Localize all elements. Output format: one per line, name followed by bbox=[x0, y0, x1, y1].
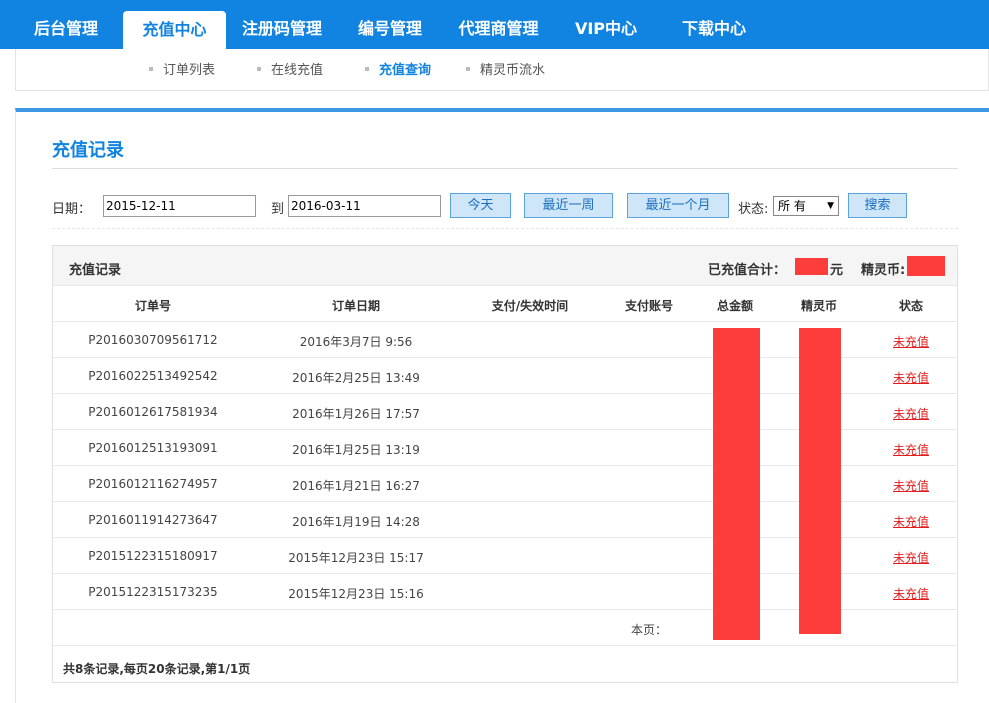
status-link[interactable]: 未充值 bbox=[865, 477, 957, 494]
subnav-item-recharge-query[interactable]: 充值查询 bbox=[365, 49, 431, 91]
coins-column-redaction bbox=[799, 328, 841, 634]
order-date-cell: 2016年1月19日 14:28 bbox=[292, 515, 420, 529]
order-no-cell: P2016012617581934 bbox=[88, 405, 218, 419]
status-link-text[interactable]: 未充值 bbox=[893, 587, 929, 601]
status-link-text[interactable]: 未充值 bbox=[893, 371, 929, 385]
bullet-icon bbox=[365, 66, 369, 71]
sub-nav: 订单列表 在线充值 充值查询 精灵币流水 bbox=[15, 49, 989, 91]
order-no-cell: P2016012116274957 bbox=[88, 477, 218, 491]
to-label: 到 bbox=[271, 202, 285, 217]
search-button[interactable]: 搜索 bbox=[848, 193, 907, 218]
pagination-info: 共8条记录,每页20条记录,第1/1页 bbox=[63, 662, 251, 676]
nav-tab-number[interactable]: 编号管理 bbox=[346, 0, 434, 49]
nav-tab-vip[interactable]: VIP中心 bbox=[566, 0, 646, 49]
nav-tab-recharge[interactable]: 充值中心 bbox=[123, 11, 226, 49]
end-date-input[interactable] bbox=[288, 195, 441, 217]
records-table: 充值记录 已充值合计： 元 精灵币: 订单号 订单日期 支付/失效时间 支付账号… bbox=[52, 245, 958, 683]
page-subtotal-label: 本页： bbox=[630, 623, 667, 637]
amount-column-redaction bbox=[713, 328, 760, 640]
order-no-cell: P2016030709561712 bbox=[88, 333, 218, 347]
filter-divider bbox=[52, 228, 958, 229]
subnav-item-online-recharge[interactable]: 在线充值 bbox=[257, 49, 323, 91]
col-coins: 精灵币 bbox=[800, 299, 837, 313]
title-divider bbox=[52, 168, 958, 169]
date-label: 日期： bbox=[52, 202, 92, 217]
status-link[interactable]: 未充值 bbox=[865, 549, 957, 566]
order-date-cell: 2016年1月21日 16:27 bbox=[292, 479, 420, 493]
total-amount-redaction bbox=[795, 258, 828, 275]
nav-tab-agent[interactable]: 代理商管理 bbox=[447, 0, 550, 49]
order-date-cell: 2016年1月25日 13:19 bbox=[292, 443, 420, 457]
today-button[interactable]: 今天 bbox=[450, 193, 511, 218]
subnav-item-coin-flow[interactable]: 精灵币流水 bbox=[466, 49, 545, 91]
status-link-text[interactable]: 未充值 bbox=[893, 407, 929, 421]
col-order-date: 订单日期 bbox=[331, 299, 380, 313]
subnav-item-label: 订单列表 bbox=[163, 63, 216, 78]
status-link[interactable]: 未充值 bbox=[865, 333, 957, 350]
status-link[interactable]: 未充值 bbox=[865, 441, 957, 458]
top-nav: 后台管理 充值中心 注册码管理 编号管理 代理商管理 VIP中心 下载中心 bbox=[0, 0, 989, 49]
col-pay-time: 支付/失效时间 bbox=[491, 299, 569, 313]
order-date-cell: 2015年12月23日 15:16 bbox=[288, 587, 424, 601]
records-title: 充值记录 bbox=[69, 263, 122, 278]
main-panel: 充值记录 日期： 到 今天 最近一周 最近一个月 状态: 所 有 ▼ 搜索 充值记… bbox=[15, 108, 989, 703]
status-link[interactable]: 未充值 bbox=[865, 369, 957, 386]
status-link-text[interactable]: 未充值 bbox=[893, 335, 929, 349]
subnav-item-label: 充值查询 bbox=[379, 63, 432, 78]
bullet-icon bbox=[257, 66, 261, 71]
status-link[interactable]: 未充值 bbox=[865, 405, 957, 422]
col-amount: 总金额 bbox=[716, 299, 753, 313]
order-no-cell: P2015122315180917 bbox=[88, 549, 218, 563]
status-link-text[interactable]: 未充值 bbox=[893, 515, 929, 529]
status-link[interactable]: 未充值 bbox=[865, 585, 957, 602]
start-date-input[interactable] bbox=[103, 195, 256, 217]
order-no-cell: P2016022513492542 bbox=[88, 369, 218, 383]
nav-tab-download[interactable]: 下载中心 bbox=[672, 0, 756, 49]
nav-tab-admin[interactable]: 后台管理 bbox=[18, 0, 114, 49]
nav-tab-regcode[interactable]: 注册码管理 bbox=[232, 0, 332, 49]
status-link-text[interactable]: 未充值 bbox=[893, 479, 929, 493]
col-pay-account: 支付账号 bbox=[624, 299, 673, 313]
order-date-cell: 2016年1月26日 17:57 bbox=[292, 407, 420, 421]
status-select[interactable]: 所 有 ▼ bbox=[773, 196, 839, 216]
order-no-cell: P2015122315173235 bbox=[88, 585, 218, 599]
status-label: 状态: bbox=[738, 202, 769, 217]
status-link-text[interactable]: 未充值 bbox=[893, 443, 929, 457]
bullet-icon bbox=[466, 66, 470, 71]
table-header: 订单号 订单日期 支付/失效时间 支付账号 总金额 精灵币 状态 bbox=[53, 286, 957, 322]
last-week-button[interactable]: 最近一周 bbox=[524, 193, 613, 218]
order-date-cell: 2016年2月25日 13:49 bbox=[292, 371, 420, 385]
last-month-button[interactable]: 最近一个月 bbox=[627, 193, 729, 218]
coin-total-redaction bbox=[907, 256, 945, 276]
status-link-text[interactable]: 未充值 bbox=[893, 551, 929, 565]
order-date-cell: 2015年12月23日 15:17 bbox=[288, 551, 424, 565]
coin-label: 精灵币: bbox=[861, 263, 906, 278]
bullet-icon bbox=[149, 66, 153, 71]
total-label: 已充值合计： bbox=[708, 263, 787, 278]
col-order-no: 订单号 bbox=[134, 299, 171, 313]
total-unit: 元 bbox=[830, 263, 844, 278]
status-link[interactable]: 未充值 bbox=[865, 513, 957, 530]
filter-bar: 日期： 到 今天 最近一周 最近一个月 状态: 所 有 ▼ 搜索 bbox=[16, 188, 989, 224]
subnav-item-label: 精灵币流水 bbox=[480, 63, 546, 78]
order-no-cell: P2016012513193091 bbox=[88, 441, 218, 455]
order-no-cell: P2016011914273647 bbox=[88, 513, 218, 527]
records-header: 充值记录 已充值合计： 元 精灵币: bbox=[53, 246, 957, 286]
status-select-value: 所 有 bbox=[778, 199, 806, 213]
subnav-item-orders[interactable]: 订单列表 bbox=[149, 49, 215, 91]
order-date-cell: 2016年3月7日 9:56 bbox=[299, 335, 413, 349]
col-status: 状态 bbox=[898, 299, 923, 313]
chevron-down-icon: ▼ bbox=[827, 201, 834, 211]
subnav-item-label: 在线充值 bbox=[271, 63, 324, 78]
page-title: 充值记录 bbox=[52, 140, 124, 161]
